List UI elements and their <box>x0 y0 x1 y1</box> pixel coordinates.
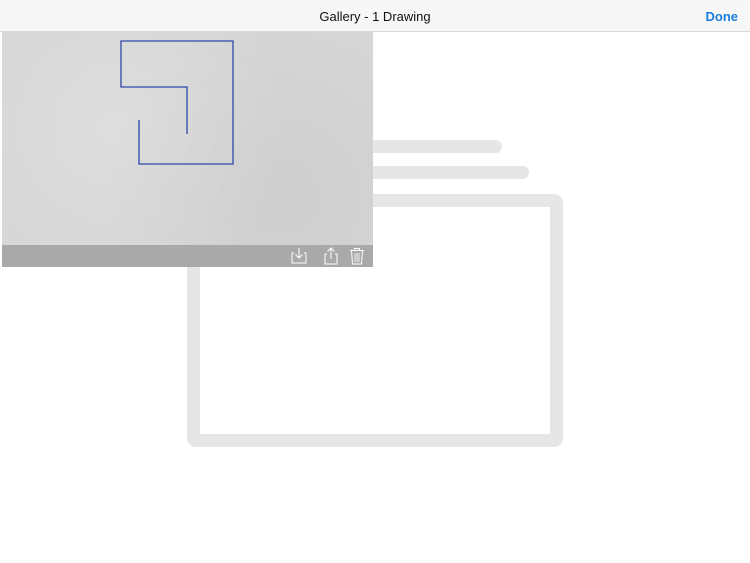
navigation-bar: Gallery - 1 Drawing Done <box>0 0 750 32</box>
drawing-stroke <box>120 40 234 165</box>
trash-icon <box>350 248 364 265</box>
drawing-toolbar <box>2 245 373 267</box>
done-button[interactable]: Done <box>706 0 739 32</box>
save-to-photos-icon <box>291 248 307 264</box>
save-to-photos-button[interactable] <box>289 247 309 265</box>
share-icon <box>324 247 338 265</box>
share-button[interactable] <box>321 247 341 265</box>
drawing-thumbnail[interactable] <box>2 32 373 267</box>
page-title: Gallery - 1 Drawing <box>319 9 431 24</box>
delete-button[interactable] <box>347 247 367 265</box>
drawing-canvas <box>120 40 234 165</box>
